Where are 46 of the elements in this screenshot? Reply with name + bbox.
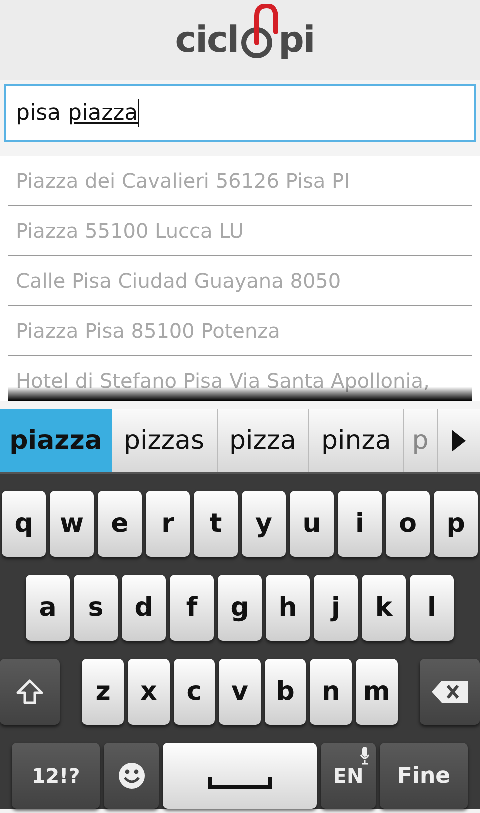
letter-key[interactable]: v <box>219 659 261 725</box>
letter-key[interactable]: c <box>174 659 216 725</box>
language-key[interactable]: EN <box>321 743 376 809</box>
letter-key[interactable]: b <box>264 659 306 725</box>
letter-key[interactable]: d <box>122 575 166 641</box>
letter-key[interactable]: q <box>2 491 46 557</box>
smiley-icon <box>118 762 146 790</box>
letter-key[interactable]: t <box>194 491 238 557</box>
logo-text: pi <box>278 20 315 60</box>
suggestion-item[interactable]: pinza <box>309 409 404 472</box>
letter-key[interactable]: o <box>386 491 430 557</box>
symbols-key[interactable]: 12!? <box>12 743 100 809</box>
letter-key[interactable]: a <box>26 575 70 641</box>
letter-key[interactable]: w <box>50 491 94 557</box>
more-arrow-icon[interactable] <box>452 430 466 452</box>
search-field[interactable]: pisa piazza <box>4 84 476 142</box>
letter-key[interactable]: j <box>314 575 358 641</box>
logo-text: cicl <box>175 20 239 60</box>
suggestion-item[interactable]: pizzas <box>112 409 218 472</box>
letter-key[interactable]: x <box>128 659 170 725</box>
backspace-icon <box>432 681 468 703</box>
microphone-icon <box>360 747 370 765</box>
emoji-key[interactable] <box>104 743 159 809</box>
letter-key[interactable]: h <box>266 575 310 641</box>
done-key[interactable]: Fine <box>380 743 468 809</box>
letter-key[interactable]: k <box>362 575 406 641</box>
letter-key[interactable]: i <box>338 491 382 557</box>
letter-key[interactable]: l <box>410 575 454 641</box>
letter-key[interactable]: m <box>356 659 398 725</box>
letter-key[interactable]: g <box>218 575 262 641</box>
space-icon <box>208 777 272 789</box>
letter-key[interactable]: e <box>98 491 142 557</box>
letter-key[interactable]: r <box>146 491 190 557</box>
suggestion-item[interactable]: pizza <box>218 409 310 472</box>
letter-key[interactable]: y <box>242 491 286 557</box>
suggestion-item[interactable]: piazza <box>0 409 112 472</box>
letter-key[interactable]: z <box>82 659 124 725</box>
letter-key[interactable]: f <box>170 575 214 641</box>
letter-key[interactable]: s <box>74 575 118 641</box>
shift-key[interactable] <box>0 659 60 725</box>
shift-icon <box>16 678 44 706</box>
backspace-key[interactable] <box>420 659 480 725</box>
letter-key[interactable]: u <box>290 491 334 557</box>
letter-key[interactable]: p <box>434 491 478 557</box>
letter-key[interactable]: n <box>310 659 352 725</box>
space-key[interactable] <box>163 743 317 809</box>
